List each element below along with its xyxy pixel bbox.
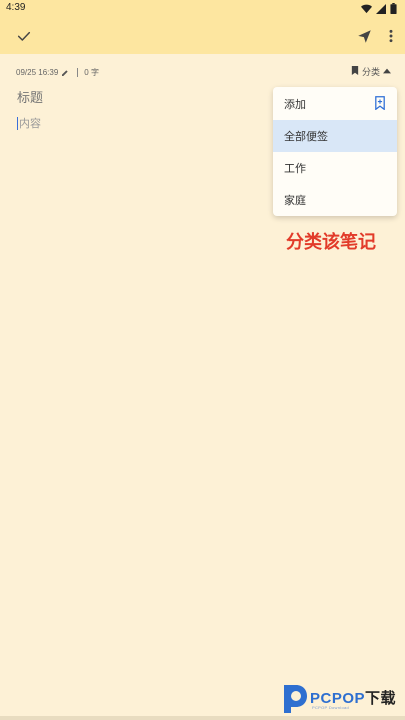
toolbar [0,18,405,54]
menu-item-label: 添加 [284,97,306,111]
edit-pencil-icon[interactable] [61,69,69,77]
bookmark-add-icon [374,96,386,113]
menu-item-label: 工作 [284,162,306,175]
category-dropdown-button[interactable]: 分类 [351,65,391,78]
signal-icon [376,3,386,14]
title-input[interactable] [17,91,257,106]
pcpop-logo-icon [280,683,308,715]
content-input[interactable]: 内容 [17,115,41,131]
category-menu-item-all-notes[interactable]: 全部便签 [273,120,397,152]
meta-divider [77,68,79,77]
category-menu-item-family[interactable]: 家庭 [273,184,397,216]
category-menu-item-work[interactable]: 工作 [273,152,397,184]
battery-icon [390,3,397,14]
status-time: 4:39 [6,2,26,13]
status-bar: 4:39 [0,0,405,18]
category-menu-item-add[interactable]: 添加 [273,87,397,120]
wifi-icon [361,4,372,14]
check-icon[interactable] [14,26,34,46]
content-placeholder: 内容 [19,117,41,130]
watermark-subtext: PCPOP Download [312,705,350,710]
more-vert-icon[interactable] [381,26,401,46]
category-label: 分类 [361,68,380,78]
menu-item-label: 家庭 [284,194,306,207]
send-icon[interactable] [354,26,374,46]
status-icons [361,3,397,14]
note-meta: 09/25 16:39 0 字 [16,67,99,78]
note-date-time: 09/25 16:39 [16,68,59,77]
watermark-suffix: 下载 [365,690,397,707]
menu-item-label: 全部便签 [284,130,328,143]
annotation-text: 分类该笔记 [286,232,376,253]
category-menu: 添加 全部便签 工作 家庭 [273,87,397,216]
navigation-bar [0,716,405,720]
watermark: PCPOP下载 PCPOP Download [280,683,405,715]
bookmark-icon [351,65,359,78]
text-caret [17,116,18,130]
arrow-up-icon [383,67,391,77]
char-count: 0 字 [84,68,99,77]
